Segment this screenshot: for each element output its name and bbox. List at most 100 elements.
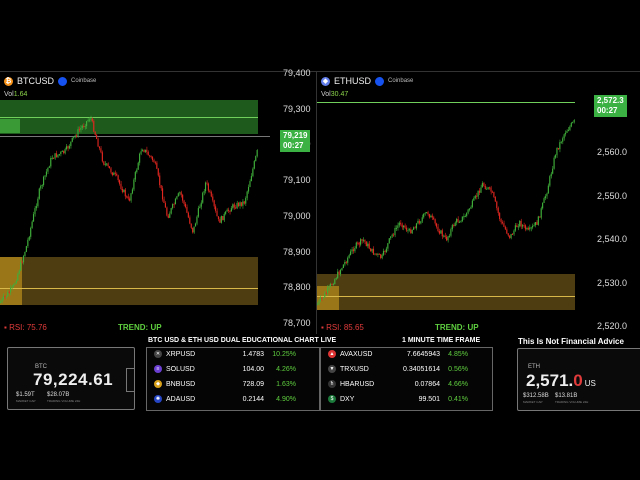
candle-body xyxy=(496,201,498,209)
ticker-row[interactable]: ▲ AVAXUSD 7.6645943 4.85% xyxy=(328,350,468,358)
ticker-change: 0.56% xyxy=(448,365,468,373)
eth-price-decimal: 0 xyxy=(573,371,583,390)
candle-body xyxy=(552,168,554,174)
candle-body xyxy=(349,251,352,256)
eth-rsi: ▪ RSI: 85.65 xyxy=(321,323,364,332)
candle-body xyxy=(93,121,95,132)
candle-body xyxy=(516,225,518,228)
axis-tick-label: 78,700 xyxy=(283,317,311,328)
candle-body xyxy=(560,141,562,143)
candle-body xyxy=(65,146,68,150)
candle-body xyxy=(130,193,132,201)
candle-body xyxy=(252,168,254,177)
candle-body xyxy=(361,239,363,241)
candle-body xyxy=(136,169,138,173)
candle-body xyxy=(557,148,559,150)
candle-body xyxy=(81,125,83,128)
ticker-row[interactable]: ▼ TRXUSD 0.34051614 0.56% xyxy=(328,365,468,373)
candle-body xyxy=(55,153,58,158)
candle-body xyxy=(194,223,197,227)
candle-body xyxy=(463,216,465,218)
candle-body xyxy=(325,293,327,295)
eth-countdown: 00:27 xyxy=(597,106,618,115)
candle-body xyxy=(357,242,359,244)
candle-body xyxy=(235,207,237,209)
ticker-row[interactable]: ✺ ADAUSD 0.2144 4.90% xyxy=(154,395,296,403)
candle-body xyxy=(77,129,79,137)
eth-rsi-value: RSI: 85.65 xyxy=(326,323,364,332)
candle-body xyxy=(362,239,365,241)
candle-body xyxy=(532,225,534,228)
ticker-row[interactable]: ◆ BNBUSD 728.09 1.63% xyxy=(154,380,296,388)
candle-body xyxy=(253,161,255,169)
candle-body xyxy=(341,268,343,271)
candle-body xyxy=(222,216,224,221)
eth-chart-panel[interactable]: ◆ ETHUSD Coinbase Vol30.47 2,560.0 2,550.… xyxy=(316,71,640,335)
candle-body xyxy=(524,225,526,230)
candle-body xyxy=(381,254,383,259)
candle-body xyxy=(435,223,438,227)
ticker-row[interactable]: ✕ XRPUSD 1.4783 10.25% xyxy=(154,350,296,358)
candle-body xyxy=(570,123,572,127)
trx-icon: ▼ xyxy=(328,365,336,373)
btc-last-price: 79,219 xyxy=(283,131,308,140)
candle-body xyxy=(400,222,402,225)
candle-body xyxy=(200,202,202,207)
candle-body xyxy=(391,234,393,237)
candle-body xyxy=(0,301,2,303)
candle-body xyxy=(408,229,410,231)
candle-body xyxy=(354,248,356,252)
candle-body xyxy=(144,149,146,152)
candle-body xyxy=(154,162,156,164)
candle-body xyxy=(481,183,483,188)
candle-body xyxy=(25,246,27,252)
candle-body xyxy=(471,200,473,207)
candle-body xyxy=(380,254,382,259)
eth-candlestick-chart[interactable] xyxy=(317,72,579,335)
ticker-row[interactable]: $ DXY 99.501 0.41% xyxy=(328,395,468,403)
candle-body xyxy=(331,284,333,286)
candle-body xyxy=(14,283,16,285)
candle-body xyxy=(212,196,214,201)
candle-body xyxy=(216,210,218,217)
candle-body xyxy=(513,230,515,235)
candle-body xyxy=(519,220,521,227)
ticker-change: 4.90% xyxy=(276,395,296,403)
candle-body xyxy=(520,220,522,227)
ticker-row[interactable]: ≡ SOLUSD 104.00 4.26% xyxy=(154,365,296,373)
ticker-change: 1.63% xyxy=(276,380,296,388)
btc-chart-panel[interactable]: ₿ BTCUSD Coinbase Vol1.64 79,400 79,300 79… xyxy=(0,68,320,335)
candle-body xyxy=(203,191,205,193)
candle-body xyxy=(375,253,377,255)
support-line xyxy=(317,296,575,297)
candle-body xyxy=(166,207,168,216)
candle-body xyxy=(563,134,565,139)
ticker-row[interactable]: ħ HBARUSD 0.07864 4.66% xyxy=(328,380,468,388)
candle-body xyxy=(368,243,370,249)
candle-body xyxy=(4,296,6,298)
candle-body xyxy=(328,285,330,288)
candle-body xyxy=(478,190,481,193)
ticker-symbol: AVAXUSD xyxy=(340,350,373,358)
candle-body xyxy=(509,235,511,238)
candle-body xyxy=(176,196,178,199)
candle-body xyxy=(129,198,131,201)
candle-body xyxy=(351,249,353,252)
candle-body xyxy=(536,222,538,225)
candle-body xyxy=(170,208,172,214)
btc-candlestick-chart[interactable] xyxy=(0,72,270,335)
hbar-icon: ħ xyxy=(328,380,336,388)
eth-price-tag: 2,572.3 00:27 xyxy=(594,95,627,117)
candle-body xyxy=(364,239,366,242)
btc-price-tag: 79,219 00:27 xyxy=(280,130,311,152)
candle-body xyxy=(404,225,406,228)
btc-volume-label: TRADING VOLUME 24H xyxy=(47,399,81,403)
candle-body xyxy=(414,227,416,229)
candle-body xyxy=(510,233,512,238)
candle-body xyxy=(156,162,158,169)
ticker-price: 99.501 xyxy=(418,395,440,403)
candle-body xyxy=(225,211,227,214)
candle-body xyxy=(245,197,247,204)
candle-body xyxy=(20,261,22,271)
candle-body xyxy=(18,270,20,274)
